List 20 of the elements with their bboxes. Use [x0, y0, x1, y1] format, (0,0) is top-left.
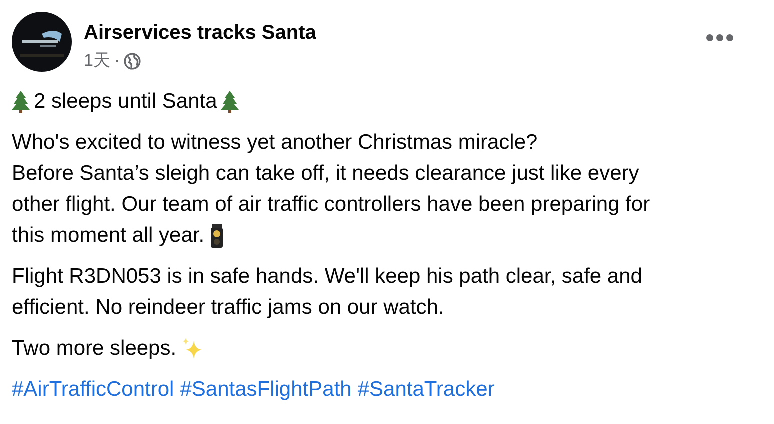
post-text: Two more sleeps.	[12, 336, 177, 362]
post-text: Who's excited to witness yet another Christmas miracle?	[12, 130, 538, 156]
traffic-light-icon	[208, 224, 225, 248]
post-text: this moment all year.	[12, 223, 205, 249]
avatar-logo[interactable]	[12, 12, 72, 72]
hashtag-link[interactable]: #AirTrafficControl	[12, 374, 174, 405]
post-text: efficient. No reindeer traffic jams on our watch.	[12, 295, 444, 321]
post-text: Flight R3DN053 is in safe hands. We'll keep his path clear, safe and	[12, 264, 642, 290]
globe-icon	[124, 52, 142, 70]
christmas-tree-icon	[221, 90, 240, 112]
author-name[interactable]: Airservices tracks Santa	[84, 20, 316, 46]
more-icon	[706, 34, 734, 42]
post-text: other flight. Our team of air traffic controllers have been preparing for	[12, 192, 650, 218]
post-text: Before Santa’s sleigh can take off, it needs clearance just like every	[12, 161, 640, 187]
christmas-tree-icon	[12, 90, 30, 112]
hashtag-link[interactable]: #SantaTracker	[358, 374, 495, 405]
post-time[interactable]: 1天	[84, 50, 110, 72]
post-headline: 2 sleeps until Santa	[34, 89, 218, 115]
separator-dot: ·	[114, 50, 120, 72]
hashtag-link[interactable]: #SantasFlightPath	[180, 374, 352, 405]
